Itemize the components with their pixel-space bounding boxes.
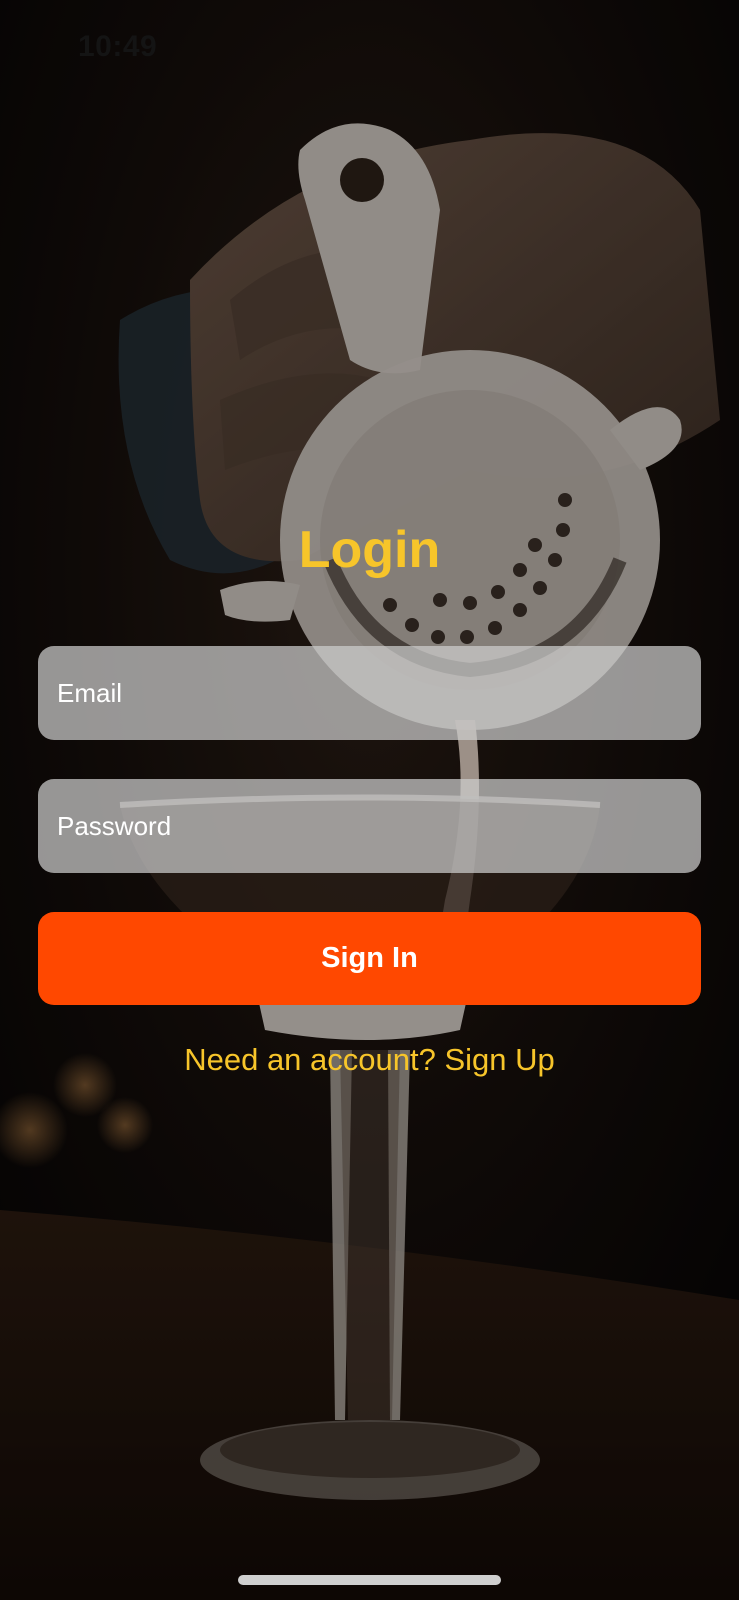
password-input[interactable] xyxy=(57,810,682,842)
email-field[interactable] xyxy=(38,646,701,740)
email-input[interactable] xyxy=(57,677,682,709)
page-title: Login xyxy=(298,521,441,579)
status-bar-time: 10:49 xyxy=(78,30,158,63)
sign-in-button[interactable]: Sign In xyxy=(38,912,701,1005)
sign-up-link[interactable]: Need an account? Sign Up xyxy=(0,1042,739,1078)
home-indicator xyxy=(238,1575,501,1585)
password-field[interactable] xyxy=(38,779,701,873)
login-screen: 10:49 Login Sign In Need an account? Sig… xyxy=(0,0,739,1600)
